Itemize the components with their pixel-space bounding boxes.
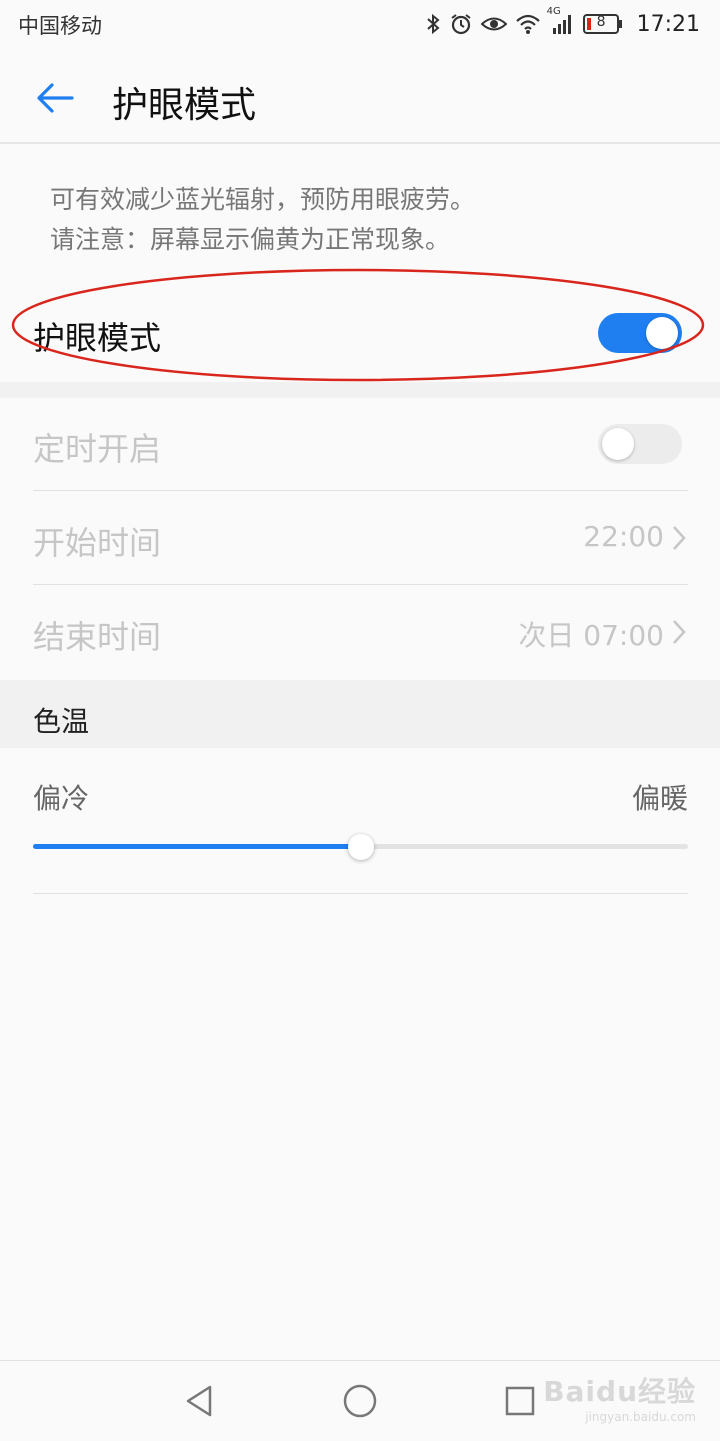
- divider: [33, 490, 688, 491]
- app-bar: 护眼模式: [0, 50, 720, 144]
- wifi-icon: [515, 13, 541, 35]
- eye-comfort-row[interactable]: 护眼模式: [0, 295, 720, 373]
- status-icons: 4G 8 17:21: [425, 6, 700, 40]
- battery-icon: 8: [582, 13, 623, 35]
- end-time-value: 次日 07:00: [518, 619, 664, 652]
- section-gap: [0, 382, 720, 398]
- alarm-icon: [449, 12, 473, 36]
- color-temp-section-label: 色温: [33, 705, 90, 738]
- eye-comfort-label: 护眼模式: [33, 319, 162, 357]
- divider: [33, 584, 688, 585]
- nav-home-button[interactable]: [338, 1379, 382, 1423]
- chevron-right-icon: [673, 526, 686, 550]
- arrow-left-icon: [37, 83, 74, 113]
- slider-fill: [33, 844, 361, 849]
- end-time-row[interactable]: 结束时间 次日 07:00: [0, 586, 720, 678]
- toggle-knob: [602, 428, 634, 460]
- back-button[interactable]: [34, 76, 78, 120]
- schedule-row[interactable]: 定时开启: [0, 398, 720, 490]
- description-line-2: 请注意：屏幕显示偏黄为正常现象。: [50, 225, 451, 254]
- watermark: Baidu经验 jingyan.baidu.com: [543, 1370, 696, 1424]
- eye-comfort-toggle[interactable]: [598, 313, 682, 353]
- color-temp-slider[interactable]: [33, 834, 688, 860]
- network-badge: 4G: [546, 6, 561, 17]
- divider: [33, 893, 688, 894]
- description-line-1: 可有效减少蓝光辐射，预防用眼疲劳。: [50, 185, 476, 214]
- nav-back-button[interactable]: [178, 1379, 222, 1423]
- warm-label: 偏暖: [631, 782, 688, 815]
- start-time-value: 22:00: [583, 520, 664, 553]
- status-bar: 中国移动 4G 8 17:21: [0, 0, 720, 50]
- watermark-brand: Baidu经验: [543, 1375, 696, 1408]
- color-temp-section-header: 色温: [0, 680, 720, 748]
- square-recents-icon: [505, 1386, 535, 1416]
- schedule-label: 定时开启: [33, 430, 162, 468]
- eye-icon: [480, 13, 507, 35]
- start-time-label: 开始时间: [33, 524, 162, 562]
- signal-icon: 4G: [547, 6, 575, 36]
- end-time-label: 结束时间: [33, 618, 162, 656]
- battery-level: 8: [596, 14, 606, 30]
- start-time-row[interactable]: 开始时间 22:00: [0, 492, 720, 584]
- toggle-knob: [646, 317, 678, 349]
- triangle-back-icon: [186, 1385, 212, 1417]
- chevron-right-icon: [673, 620, 686, 644]
- clock: 17:21: [636, 11, 700, 37]
- nav-recents-button[interactable]: [498, 1379, 542, 1423]
- carrier-name: 中国移动: [18, 14, 102, 38]
- bluetooth-icon: [425, 12, 441, 36]
- cool-label: 偏冷: [33, 782, 90, 815]
- circle-home-icon: [343, 1384, 377, 1418]
- page-title: 护眼模式: [112, 85, 257, 126]
- watermark-url: jingyan.baidu.com: [585, 1410, 696, 1424]
- description: 可有效减少蓝光辐射，预防用眼疲劳。 请注意：屏幕显示偏黄为正常现象。: [50, 180, 690, 260]
- schedule-toggle[interactable]: [598, 424, 682, 464]
- slider-thumb[interactable]: [348, 834, 374, 860]
